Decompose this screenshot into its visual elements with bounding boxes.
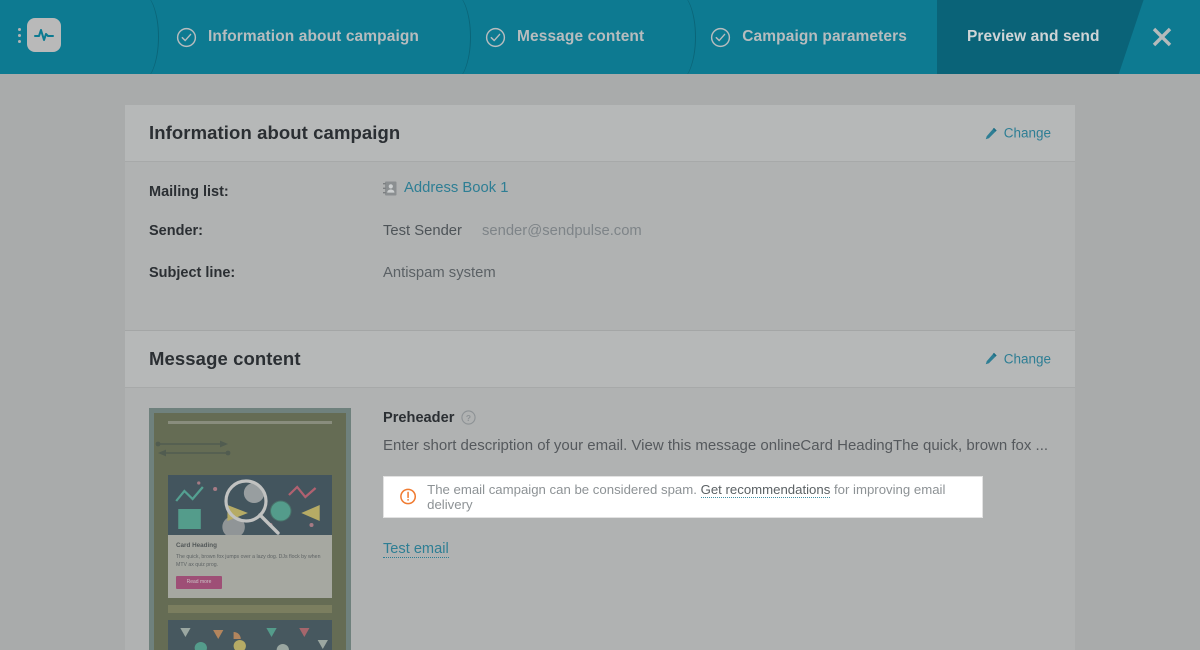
step-label: Information about campaign [208, 28, 419, 45]
sender-email: sender@sendpulse.com [481, 222, 642, 239]
vertical-dots-icon[interactable] [18, 27, 22, 43]
campaign-info-body: Mailing list: Address Book 1 Sender: Tes… [125, 162, 1075, 330]
abstract-pattern-illustration [180, 627, 328, 650]
step-information-about-campaign[interactable]: Information about campaign [140, 0, 449, 74]
pencil-icon [985, 352, 997, 365]
email-preview-render: Card Heading The quick, brown fox jumps … [154, 412, 346, 650]
step-label: Message content [517, 28, 645, 45]
get-recommendations-link[interactable]: Get recommendations [700, 481, 831, 498]
row-mailing-list: Mailing list: Address Book 1 [149, 180, 1051, 223]
preview-card-2-hero [168, 619, 332, 650]
wizard-topbar: Information about campaign Message conte… [0, 0, 1200, 74]
email-preview-thumbnail[interactable]: Card Heading The quick, brown fox jumps … [149, 407, 351, 650]
check-circle-icon [176, 27, 197, 47]
campaign-info-header: Information about campaign Change [125, 105, 1075, 162]
address-book-icon [383, 181, 397, 195]
preview-card-heading: Card Heading [176, 541, 217, 549]
preheader-label-row: Preheader ? [383, 410, 1051, 426]
campaign-preview-screen: Information about campaign Message conte… [0, 0, 1200, 650]
row-label: Mailing list: [149, 183, 229, 200]
preview-card-1-hero [168, 474, 332, 535]
preview-preheader-line [168, 420, 332, 424]
row-label: Subject line: [149, 265, 236, 281]
row-sender: Sender: Test Sender sender@sendpulse.com [149, 223, 1051, 266]
subject-line-value: Antispam system [383, 265, 496, 281]
row-value: Antispam system [383, 265, 496, 281]
brand-area [18, 18, 61, 52]
pulse-logo-icon[interactable] [27, 18, 61, 52]
row-value: Address Book 1 [383, 180, 508, 196]
sender-name: Test Sender [383, 222, 462, 239]
row-label: Sender: [149, 222, 203, 239]
wizard-steps: Information about campaign Message conte… [140, 0, 1144, 74]
preheader-label: Preheader [383, 409, 455, 426]
message-content-panel: Message content Change Card Heading The … [125, 329, 1075, 650]
alert-text-before: The email campaign can be considered spa… [427, 481, 697, 497]
pulse-glyph [34, 29, 54, 41]
change-label: Change [1003, 125, 1051, 141]
preheader-text: Enter short description of your email. V… [383, 436, 1049, 454]
campaign-info-panel: Information about campaign Change Mailin… [125, 105, 1075, 330]
preview-card-1: Card Heading The quick, brown fox jumps … [168, 474, 332, 598]
message-details-column: Preheader ? Enter short description of y… [383, 408, 1051, 650]
pencil-icon [985, 127, 997, 139]
step-campaign-parameters[interactable]: Campaign parameters [674, 0, 937, 74]
summary-sheet: Information about campaign Change Mailin… [125, 105, 1075, 650]
step-preview-and-send[interactable]: Preview and send [936, 0, 1144, 74]
warning-circle-icon [400, 488, 417, 505]
change-message-content-button[interactable]: Change [984, 351, 1051, 366]
close-glyph [1152, 27, 1172, 47]
section-title: Message content [149, 347, 301, 369]
page-title: Information about campaign [149, 122, 401, 143]
step-message-content[interactable]: Message content [449, 0, 674, 74]
spam-warning-alert: The email campaign can be considered spa… [383, 475, 983, 518]
abstract-shapes-illustration [175, 480, 320, 535]
message-content-body: Card Heading The quick, brown fox jumps … [125, 388, 1075, 650]
svg-text:?: ? [466, 413, 471, 423]
change-label: Change [1003, 351, 1051, 366]
step-label: Campaign parameters [742, 28, 907, 45]
row-value: Test Sender sender@sendpulse.com [383, 223, 642, 239]
change-campaign-info-button[interactable]: Change [984, 126, 1051, 141]
preview-card-2: Card Heading The quick, brown fox jumps … [168, 619, 332, 650]
preview-arrows-icon [155, 440, 231, 456]
row-subject-line: Subject line: Antispam system [149, 265, 1051, 308]
preview-divider [168, 604, 332, 613]
test-email-link[interactable]: Test email [383, 541, 449, 558]
page-backdrop: Information about campaign Change Mailin… [0, 74, 1200, 650]
preview-card-button: Read more [176, 575, 222, 589]
close-icon[interactable] [1144, 19, 1180, 55]
preview-card-text: The quick, brown fox jumps over a lazy d… [176, 553, 321, 568]
check-circle-icon [485, 27, 506, 47]
mailing-list-link[interactable]: Address Book 1 [404, 180, 508, 196]
step-label: Preview and send [966, 28, 1100, 45]
preview-card-1-body: Card Heading The quick, brown fox jumps … [168, 535, 332, 598]
check-circle-icon [711, 27, 731, 47]
message-content-header: Message content Change [125, 330, 1075, 388]
alert-text: The email campaign can be considered spa… [427, 481, 966, 512]
question-circle-icon[interactable]: ? [461, 410, 477, 425]
